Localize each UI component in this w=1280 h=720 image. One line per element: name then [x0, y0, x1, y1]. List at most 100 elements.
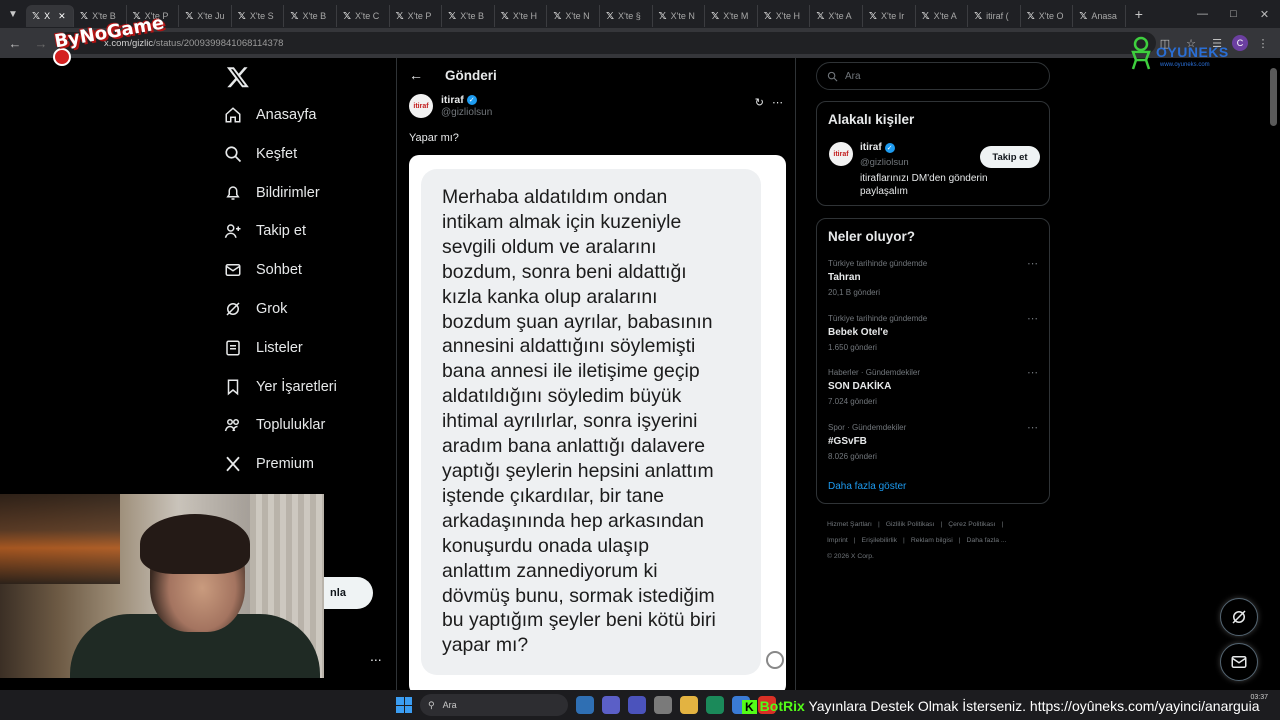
menu-icon[interactable]: ⋮	[1252, 32, 1274, 54]
community-icon	[224, 419, 239, 432]
message-line: ihtimal ayrılırlar, sonra işyerini	[442, 410, 698, 433]
search-input[interactable]: Ara	[816, 62, 1050, 90]
browser-tab[interactable]: 𝕏 X'te M	[705, 5, 758, 27]
new-tab-button[interactable]: +	[1126, 6, 1152, 22]
x-favicon-icon: 𝕏	[605, 10, 614, 22]
verified-badge-icon: ✓	[466, 95, 477, 105]
footer-link[interactable]: Imprint	[827, 537, 848, 544]
nav-item-grok[interactable]: Grok	[224, 294, 287, 324]
nav-item-search[interactable]: Keşfet	[224, 139, 297, 169]
browser-tab[interactable]: 𝕏 X'te Ir	[863, 5, 916, 27]
more-options-icon[interactable]: ⋯	[772, 96, 783, 109]
account-more-icon[interactable]: ...	[370, 648, 382, 664]
post-image[interactable]: Merhaba aldatıldım ondan intikam almak iç…	[409, 155, 786, 690]
post-author[interactable]: itiraf itiraf ✓ @gizliolsun	[409, 94, 492, 118]
browser-tab[interactable]: 𝕏 X'te §	[600, 5, 653, 27]
browser-tab[interactable]: 𝕏 X'te P	[390, 5, 443, 27]
footer-separator: |	[1001, 521, 1004, 528]
footer-separator: |	[853, 537, 856, 544]
author-handle[interactable]: @gizliolsun	[441, 107, 492, 118]
footer-link[interactable]: Erişilebilirlik	[862, 537, 898, 544]
show-more-link[interactable]: Daha fazla göster	[828, 481, 906, 492]
copilot-icon[interactable]	[602, 696, 620, 714]
browser-tab[interactable]: 𝕏 X'te N	[547, 5, 600, 27]
browser-tab[interactable]: 𝕏 Anasa	[1073, 5, 1126, 27]
related-avatar[interactable]: itiraf	[829, 142, 853, 166]
trend-more-icon[interactable]: ⋯	[1027, 312, 1038, 325]
footer-link[interactable]: Daha fazla ...	[967, 537, 1007, 544]
trend-item[interactable]: Türkiye tarihinde gündemde Bebek Otel'e 1.…	[828, 312, 1038, 352]
taskbar-search[interactable]: ⚲ Ara	[420, 694, 568, 716]
trend-item[interactable]: Haberler · Gündemdekiler SON DAKİKA 7.024 …	[828, 366, 1038, 406]
maximize-icon[interactable]: □	[1218, 0, 1249, 28]
avatar[interactable]: itiraf	[409, 94, 433, 118]
browser-tab[interactable]: 𝕏 X'te B	[284, 5, 337, 27]
nav-item-mail[interactable]: Sohbet	[224, 255, 302, 285]
minimize-icon[interactable]: —	[1187, 0, 1218, 28]
clock[interactable]: 03:37	[1250, 693, 1268, 703]
author-name[interactable]: itiraf ✓	[441, 94, 492, 106]
nav-item-community[interactable]: Topluluklar	[224, 410, 325, 440]
footer-link[interactable]: Çerez Politikası	[948, 521, 995, 528]
trend-item[interactable]: Türkiye tarihinde gündemde Tahran 20,1 B g…	[828, 257, 1038, 297]
footer-link[interactable]: Reklam bilgisi	[911, 537, 953, 544]
footer-link[interactable]: © 2026 X Corp.	[827, 553, 874, 560]
browser-tab[interactable]: 𝕏 X'te O	[1021, 5, 1074, 27]
search-icon: ⚲	[428, 699, 435, 710]
url-field[interactable]: x.com/gizlic/status/2009399841068114378	[56, 32, 1156, 54]
follow-button[interactable]: Takip et	[980, 146, 1040, 168]
edge-icon[interactable]	[706, 696, 724, 714]
footer-link[interactable]: Gizlilik Politikası	[886, 521, 935, 528]
tab-label: X'te C	[355, 11, 380, 21]
close-icon[interactable]: ✕	[1249, 0, 1280, 28]
browser-tab[interactable]: 𝕏 X'te Ju	[179, 5, 232, 27]
tab-close-icon[interactable]: ✕	[58, 11, 66, 22]
browser-tab[interactable]: 𝕏 X'te B	[442, 5, 495, 27]
trend-item[interactable]: Spor · Gündemdekiler #GSvFB 8.026 gönderi ⋯	[828, 421, 1038, 461]
trend-more-icon[interactable]: ⋯	[1027, 421, 1038, 434]
message-line: bozdum şuan ayrılar, babasının	[442, 310, 713, 333]
browser-tab[interactable]: 𝕏 X'te S	[232, 5, 285, 27]
x-logo-icon[interactable]	[226, 65, 250, 89]
browser-tab[interactable]: 𝕏 X'te H	[495, 5, 548, 27]
browser-tab[interactable]: 𝕏 X'te A	[916, 5, 969, 27]
forward-icon[interactable]: →	[30, 32, 52, 54]
nav-item-list[interactable]: Listeler	[224, 333, 303, 363]
browser-tab[interactable]: 𝕏 X'te A	[810, 5, 863, 27]
main-column: ← Gönderi itiraf itiraf ✓ @gizliolsun ↻ ⋯…	[396, 58, 796, 690]
message-line: konuşurdu onada ulaşıp	[442, 534, 649, 557]
trend-more-icon[interactable]: ⋯	[1027, 257, 1038, 270]
teams-icon[interactable]	[628, 696, 646, 714]
back-icon[interactable]: ←	[4, 32, 26, 54]
tab-search-icon[interactable]: ▼	[0, 0, 26, 28]
windows-start-icon[interactable]	[396, 697, 412, 713]
scrollbar-thumb[interactable]	[1270, 68, 1277, 126]
x-favicon-icon: 𝕏	[553, 10, 562, 22]
related-name[interactable]: itiraf ✓	[860, 142, 895, 153]
back-arrow-icon[interactable]: ←	[409, 67, 423, 83]
browser-tab[interactable]: 𝕏itiraf (	[968, 5, 1021, 27]
browser-tab[interactable]: 𝕏 X'te H	[758, 5, 811, 27]
browser-tab[interactable]: 𝕏 X ✕	[26, 5, 74, 27]
nav-item-x-premium[interactable]: Premium	[224, 449, 314, 479]
browser-tab[interactable]: 𝕏 X'te C	[337, 5, 390, 27]
nav-item-bookmark[interactable]: Yer İşaretleri	[224, 372, 337, 402]
footer-link[interactable]: Hizmet Şartları	[827, 521, 872, 528]
tab-label: X'te Ir	[880, 11, 905, 21]
related-handle[interactable]: @gizliolsun	[860, 157, 909, 168]
trend-more-icon[interactable]: ⋯	[1027, 366, 1038, 379]
nav-item-bell[interactable]: Bildirimler	[224, 178, 320, 208]
app-icon[interactable]	[576, 696, 594, 714]
nav-item-label: Keşfet	[256, 145, 298, 162]
tab-label: X'te M	[723, 11, 749, 21]
messages-fab-button[interactable]	[1220, 643, 1258, 681]
footer-links: Hizmet Şartları | Gizlilik Politikası | Çere…	[827, 517, 1047, 565]
folder-icon[interactable]	[680, 696, 698, 714]
nav-item-follow[interactable]: Takip et	[224, 216, 306, 246]
nav-item-home[interactable]: Anasayfa	[224, 100, 316, 130]
store-icon[interactable]	[654, 696, 672, 714]
x-favicon-icon: 𝕏	[763, 10, 772, 22]
grok-icon[interactable]: ↻	[755, 96, 764, 109]
grok-fab-button[interactable]	[1220, 598, 1258, 636]
browser-tab[interactable]: 𝕏 X'te N	[653, 5, 706, 27]
